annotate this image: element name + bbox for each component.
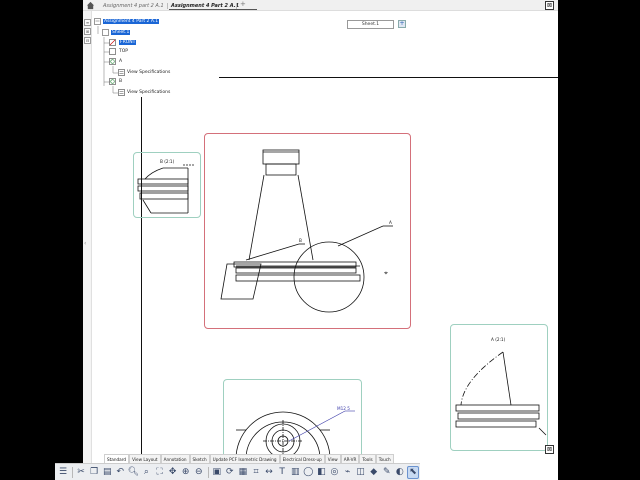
detail-b-label: B (2:1) xyxy=(160,159,175,164)
toolbar-separator xyxy=(207,466,209,478)
fit-all-icon[interactable]: ⛶ xyxy=(153,466,165,479)
tab-view[interactable]: View xyxy=(324,454,341,463)
pan-icon[interactable]: ✥ xyxy=(167,466,179,479)
callout-b-label: B xyxy=(299,238,302,243)
search-icon[interactable]: ⌕ xyxy=(140,466,152,479)
front-view-part xyxy=(220,149,393,313)
drawing-geometry: B (2:1) A (2:1) A B M12 5 xyxy=(137,149,547,460)
broken-icon[interactable]: ⌁ xyxy=(341,466,353,479)
crosshair-cursor-icon: ⌖ xyxy=(384,269,388,277)
fill-icon[interactable]: ◆ xyxy=(368,466,380,479)
style-icon[interactable]: ✎ xyxy=(381,466,393,479)
zoom-in-icon[interactable]: ⊕ xyxy=(180,466,192,479)
detail-view-b-part xyxy=(137,164,195,214)
undo-icon[interactable]: ↶ xyxy=(114,466,126,479)
paste-icon[interactable]: ▤ xyxy=(101,466,113,479)
toolbar-separator xyxy=(72,466,73,478)
clipping-icon[interactable]: ◫ xyxy=(355,466,367,479)
catia-drafting-window: Assignment 4 part 2 A.1 Assignment 4 Par… xyxy=(83,0,558,480)
snap-icon[interactable]: ⌗ xyxy=(250,466,262,479)
callout-a-label: A xyxy=(389,220,392,225)
zoom-out-icon[interactable]: ⊖ xyxy=(193,466,205,479)
select-icon[interactable]: ⬉ xyxy=(406,465,420,479)
window-restore-icon[interactable]: ⊠ xyxy=(545,1,554,10)
balloon-icon[interactable]: ◯ xyxy=(302,466,314,479)
tab-sketch[interactable]: Sketch xyxy=(189,454,210,463)
section-view-part xyxy=(235,411,331,460)
tab-annotation[interactable]: Annotation xyxy=(160,454,190,463)
rotate-icon[interactable]: ⟳ xyxy=(224,466,236,479)
tab-view-layout[interactable]: View Layout xyxy=(129,454,161,463)
zoom-icon[interactable]: 🔍︎ xyxy=(127,466,139,479)
detail-icon[interactable]: ◎ xyxy=(328,466,340,479)
table-icon[interactable]: ▥ xyxy=(289,466,301,479)
tab-ar-vr[interactable]: AR-VR xyxy=(340,454,360,463)
tab-electrical-dress-up[interactable]: Electrical Dress-up xyxy=(279,454,325,463)
tab-touch[interactable]: Touch xyxy=(375,454,394,463)
dimension-icon[interactable]: ↔ xyxy=(263,466,275,479)
compass-reset-icon[interactable]: ⊠ xyxy=(545,445,554,454)
command-tab-bar: Standard View Layout Annotation Sketch U… xyxy=(104,454,394,463)
grid-icon[interactable]: ▦ xyxy=(237,466,249,479)
color-icon[interactable]: ◐ xyxy=(394,466,406,479)
section-callout-label: M12 5 xyxy=(337,406,350,411)
normal-view-icon[interactable]: ▣ xyxy=(211,466,223,479)
toolbar-menu-icon[interactable]: ☰ xyxy=(57,466,69,479)
detail-a-label: A (2:1) xyxy=(491,337,506,342)
action-bar: ☰ ✂ ❐ ▤ ↶ 🔍︎ ⌕ ⛶ ✥ ⊕ ⊖ ▣ ⟳ ▦ ⌗ ↔ T ▥ ◯ ◧… xyxy=(55,463,420,480)
tab-update-pcf[interactable]: Update PCF Isometric Drawing xyxy=(209,454,280,463)
detail-view-a-part xyxy=(455,351,547,436)
section-icon[interactable]: ◧ xyxy=(315,466,327,479)
tab-tools[interactable]: Tools xyxy=(359,454,376,463)
text-icon[interactable]: T xyxy=(276,466,288,479)
cut-icon[interactable]: ✂ xyxy=(75,466,87,479)
copy-icon[interactable]: ❐ xyxy=(88,466,100,479)
tab-standard[interactable]: Standard xyxy=(104,454,130,463)
